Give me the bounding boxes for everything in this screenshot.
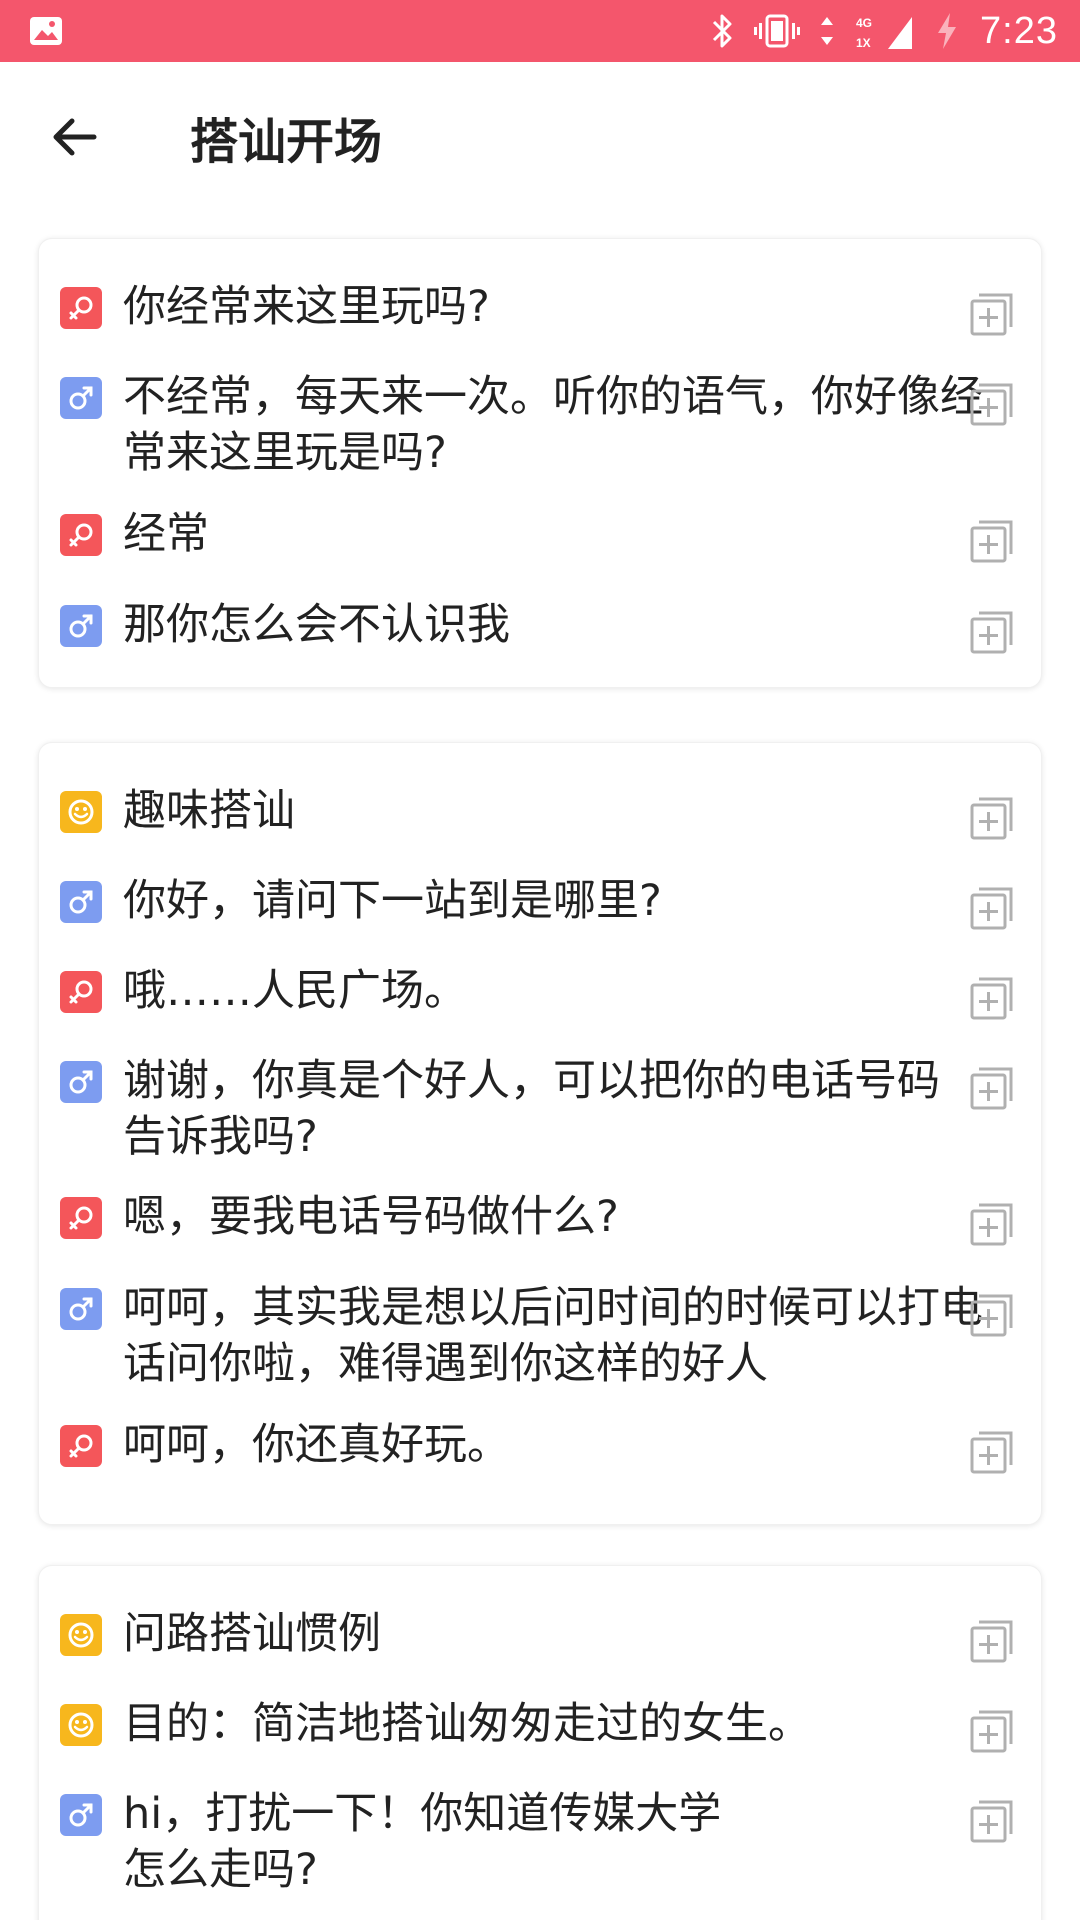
copy-add-icon[interactable] [969, 609, 1015, 655]
status-left [28, 15, 64, 47]
copy-add-icon[interactable] [969, 885, 1015, 931]
copy-add-icon[interactable] [969, 795, 1015, 841]
dialog-card: 趣味搭讪 你好，请问下一站到是哪里? 哦……人民广场。 谢谢，你真是个好人，可以… [38, 742, 1042, 1525]
male-symbol-icon [60, 1288, 102, 1330]
charging-icon [934, 11, 960, 51]
status-bar: 4G 1X 7:23 [0, 0, 1080, 62]
smile-icon [60, 1704, 102, 1746]
female-symbol-icon [60, 1197, 102, 1239]
female-symbol-icon [60, 287, 102, 329]
male-symbol-icon [60, 1061, 102, 1103]
back-button[interactable] [0, 62, 150, 212]
copy-add-icon[interactable] [969, 518, 1015, 564]
male-symbol-icon [60, 881, 102, 923]
smile-icon [60, 1614, 102, 1656]
copy-add-icon[interactable] [969, 1618, 1015, 1664]
copy-add-icon[interactable] [969, 1708, 1015, 1754]
data-arrows-icon [820, 15, 834, 47]
female-symbol-icon [60, 514, 102, 556]
dialog-text: 你经常来这里玩吗? [123, 282, 490, 332]
arrow-left-icon [53, 118, 97, 156]
male-symbol-icon [60, 377, 102, 419]
copy-add-icon[interactable] [969, 1429, 1015, 1475]
status-time: 7:23 [980, 9, 1058, 52]
image-notification-icon [28, 15, 64, 47]
female-symbol-icon [60, 1425, 102, 1467]
dialog-text: 嗯，要我电话号码做什么? [123, 1192, 619, 1242]
male-symbol-icon [60, 605, 102, 647]
copy-add-icon[interactable] [969, 975, 1015, 1021]
copy-add-icon[interactable] [969, 1292, 1015, 1338]
dialog-text: 呵呵，你还真好玩。 [123, 1420, 510, 1470]
dialog-text: 那你怎么会不认识我 [123, 600, 510, 650]
female-symbol-icon [60, 971, 102, 1013]
dialog-text: hi，打扰一下！你知道传媒大学 怎么走吗? [123, 1789, 722, 1895]
copy-add-icon[interactable] [969, 1798, 1015, 1844]
cellular-signal-icon: 4G 1X [854, 11, 914, 51]
dialog-text: 哦……人民广场。 [123, 966, 467, 1016]
dialog-text: 谢谢，你真是个好人，可以把你的电话号码告诉我吗? [123, 1056, 940, 1162]
dialog-text: 趣味搭讪 [123, 786, 295, 836]
vibrate-icon [754, 13, 801, 49]
page-title: 搭讪开场 [190, 114, 383, 170]
smile-icon [60, 791, 102, 833]
dialog-text: 目的：简洁地搭讪匆匆走过的女生。 [123, 1699, 811, 1749]
copy-add-icon[interactable] [969, 291, 1015, 337]
copy-add-icon[interactable] [969, 381, 1015, 427]
content-list[interactable]: 你经常来这里玩吗? 不经常，每天来一次。听你的语气，你好像经常来这里玩是吗? 经… [0, 212, 1080, 1920]
app-bar: 搭讪开场 [0, 62, 1080, 212]
dialog-card: 你经常来这里玩吗? 不经常，每天来一次。听你的语气，你好像经常来这里玩是吗? 经… [38, 238, 1042, 688]
dialog-text: 经常 [123, 509, 209, 559]
dialog-text: 问路搭讪惯例 [123, 1609, 381, 1659]
dialog-text: 不经常，每天来一次。听你的语气，你好像经常来这里玩是吗? [123, 372, 983, 478]
copy-add-icon[interactable] [969, 1065, 1015, 1111]
network-1x-label: 1X [856, 36, 871, 50]
status-right: 4G 1X 7:23 [710, 10, 1058, 53]
dialog-text: 你好，请问下一站到是哪里? [123, 876, 662, 926]
male-symbol-icon [60, 1794, 102, 1836]
bluetooth-icon [710, 12, 734, 50]
dialog-text: 呵呵，其实我是想以后问时间的时候可以打电话问你啦，难得遇到你这样的好人 [123, 1283, 983, 1389]
dialog-card: 问路搭讪惯例 目的：简洁地搭讪匆匆走过的女生。 hi，打扰一下！你知道传媒大学 … [38, 1565, 1042, 1920]
network-4g-label: 4G [856, 16, 872, 30]
copy-add-icon[interactable] [969, 1201, 1015, 1247]
